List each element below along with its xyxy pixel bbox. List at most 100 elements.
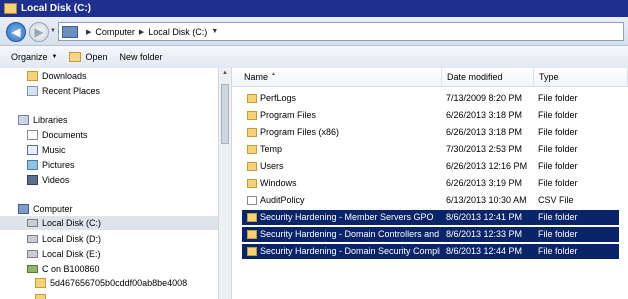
table-row[interactable]: Program Files 6/26/2013 3:18 PM File fol…: [242, 108, 619, 123]
csv-file-icon: [247, 196, 257, 205]
address-dropdown-icon[interactable]: ▼: [211, 28, 218, 35]
navigation-pane: Downloads Recent Places Libraries Docume…: [0, 68, 218, 299]
column-header-type[interactable]: Type: [534, 68, 628, 86]
breadcrumb-local-disk[interactable]: Local Disk (C:): [148, 27, 207, 37]
new-folder-button[interactable]: New folder: [120, 52, 163, 62]
nav-item-folder[interactable]: 5d467656705b0cddf00ab8be4008: [35, 276, 187, 290]
folder-icon: [27, 71, 38, 81]
file-name: Security Hardening - Domain Controllers …: [260, 229, 440, 239]
organize-label: Organize: [11, 52, 48, 62]
scrollbar-thumb[interactable]: [221, 84, 229, 144]
column-name-label: Name: [244, 72, 269, 82]
column-header-date[interactable]: Date modified: [442, 68, 534, 86]
folder-icon: [247, 145, 257, 154]
column-header-name[interactable]: Name ▲: [232, 68, 442, 86]
nav-item-local-disk-e[interactable]: Local Disk (E:): [27, 247, 101, 261]
table-row-selected[interactable]: Security Hardening - Domain Controllers …: [242, 227, 619, 242]
nav-item-label: Pictures: [42, 160, 75, 170]
nav-item-label: Local Disk (C:): [42, 218, 102, 228]
file-name: Program Files: [260, 110, 317, 120]
column-header-row: Name ▲ Date modified Type: [232, 68, 628, 87]
nav-item-network-drive[interactable]: C on B100860: [27, 262, 100, 276]
file-name: Security Hardening - Domain Security Com…: [260, 246, 440, 256]
nav-item-computer[interactable]: Computer: [18, 202, 73, 216]
file-date: 6/26/2013 12:16 PM: [446, 161, 528, 171]
new-folder-label: New folder: [119, 52, 163, 62]
videos-icon: [27, 175, 38, 185]
folder-icon: [247, 247, 257, 256]
file-list: Name ▲ Date modified Type PerfLogs 7/13/…: [232, 68, 628, 299]
table-row-selected[interactable]: Security Hardening - Domain Security Com…: [242, 244, 619, 259]
back-button[interactable]: ◀: [6, 22, 26, 42]
file-date: 8/6/2013 12:41 PM: [446, 212, 523, 222]
scroll-up-icon[interactable]: ▲: [222, 70, 228, 76]
nav-item-partial[interactable]: [35, 292, 50, 299]
file-type: CSV File: [538, 195, 574, 205]
file-date: 8/6/2013 12:33 PM: [446, 229, 523, 239]
table-row[interactable]: Users 6/26/2013 12:16 PM File folder: [242, 159, 619, 174]
table-row[interactable]: Temp 7/30/2013 2:53 PM File folder: [242, 142, 619, 157]
title-bar: Local Disk (C:): [0, 0, 628, 17]
file-date: 6/26/2013 3:18 PM: [446, 127, 523, 137]
nav-item-label: Music: [42, 145, 66, 155]
folder-icon: [247, 213, 257, 222]
table-row[interactable]: Program Files (x86) 6/26/2013 3:18 PM Fi…: [242, 125, 619, 140]
nav-item-label: Local Disk (E:): [42, 249, 101, 259]
nav-item-label: Videos: [42, 175, 70, 185]
folder-icon: [247, 179, 257, 188]
crumb-chevron-icon[interactable]: ▶: [86, 28, 91, 36]
nav-item-label: C on B100860: [42, 264, 100, 274]
nav-item-label: Documents: [42, 130, 88, 140]
file-type: File folder: [538, 144, 578, 154]
nav-item-label: Computer: [33, 204, 73, 214]
file-name: Users: [260, 161, 284, 171]
nav-item-local-disk-d[interactable]: Local Disk (D:): [27, 232, 101, 246]
file-name: Program Files (x86): [260, 127, 340, 137]
folder-icon: [247, 94, 257, 103]
file-type: File folder: [538, 110, 578, 120]
nav-item-pictures[interactable]: Pictures: [27, 158, 75, 172]
nav-item-videos[interactable]: Videos: [27, 173, 69, 187]
computer-icon: [62, 25, 78, 38]
nav-item-label: 5d467656705b0cddf00ab8be4008: [50, 278, 188, 288]
nav-item-music[interactable]: Music: [27, 143, 66, 157]
file-name: AuditPolicy: [260, 195, 305, 205]
window-title: Local Disk (C:): [21, 3, 92, 14]
crumb-chevron-icon[interactable]: ▶: [139, 28, 144, 36]
navigation-scrollbar[interactable]: ▲: [218, 68, 232, 299]
libraries-icon: [18, 115, 29, 125]
table-row[interactable]: AuditPolicy 6/13/2013 10:30 AM CSV File: [242, 193, 619, 208]
table-row[interactable]: Windows 6/26/2013 3:19 PM File folder: [242, 176, 619, 191]
pictures-icon: [27, 160, 38, 170]
command-bar: Organize ▼ Open New folder: [0, 46, 628, 69]
file-type: File folder: [538, 161, 578, 171]
disk-icon: [27, 219, 38, 227]
address-bar-area: ◀ ▶ ▼ ▶ Computer ▶ Local Disk (C:) ▼: [0, 17, 628, 46]
file-type: File folder: [538, 178, 578, 188]
folder-icon: [4, 3, 17, 14]
address-bar[interactable]: ▶ Computer ▶ Local Disk (C:) ▼: [58, 22, 624, 41]
file-date: 8/6/2013 12:44 PM: [446, 246, 523, 256]
organize-button[interactable]: Organize ▼: [11, 52, 57, 62]
column-type-label: Type: [539, 72, 559, 82]
disk-icon: [27, 235, 38, 243]
open-label: Open: [85, 52, 108, 62]
nav-item-documents[interactable]: Documents: [27, 128, 88, 142]
forward-button[interactable]: ▶: [29, 22, 49, 42]
file-type: File folder: [538, 93, 578, 103]
folder-icon: [247, 162, 257, 171]
nav-item-libraries[interactable]: Libraries: [18, 113, 68, 127]
table-row[interactable]: PerfLogs 7/13/2009 8:20 PM File folder: [242, 91, 619, 106]
file-name: Windows: [260, 178, 297, 188]
breadcrumb-computer[interactable]: Computer: [95, 27, 135, 37]
history-dropdown-icon[interactable]: ▼: [50, 28, 56, 34]
disk-icon: [27, 250, 38, 258]
folder-icon: [247, 230, 257, 239]
recent-places-icon: [27, 86, 38, 96]
nav-item-recent-places[interactable]: Recent Places: [27, 84, 100, 98]
nav-item-downloads[interactable]: Downloads: [27, 69, 87, 83]
music-icon: [27, 145, 38, 155]
table-row-selected[interactable]: Security Hardening - Member Servers GPO …: [242, 210, 619, 225]
nav-item-local-disk-c[interactable]: Local Disk (C:): [0, 216, 218, 230]
open-button[interactable]: Open: [69, 52, 108, 62]
